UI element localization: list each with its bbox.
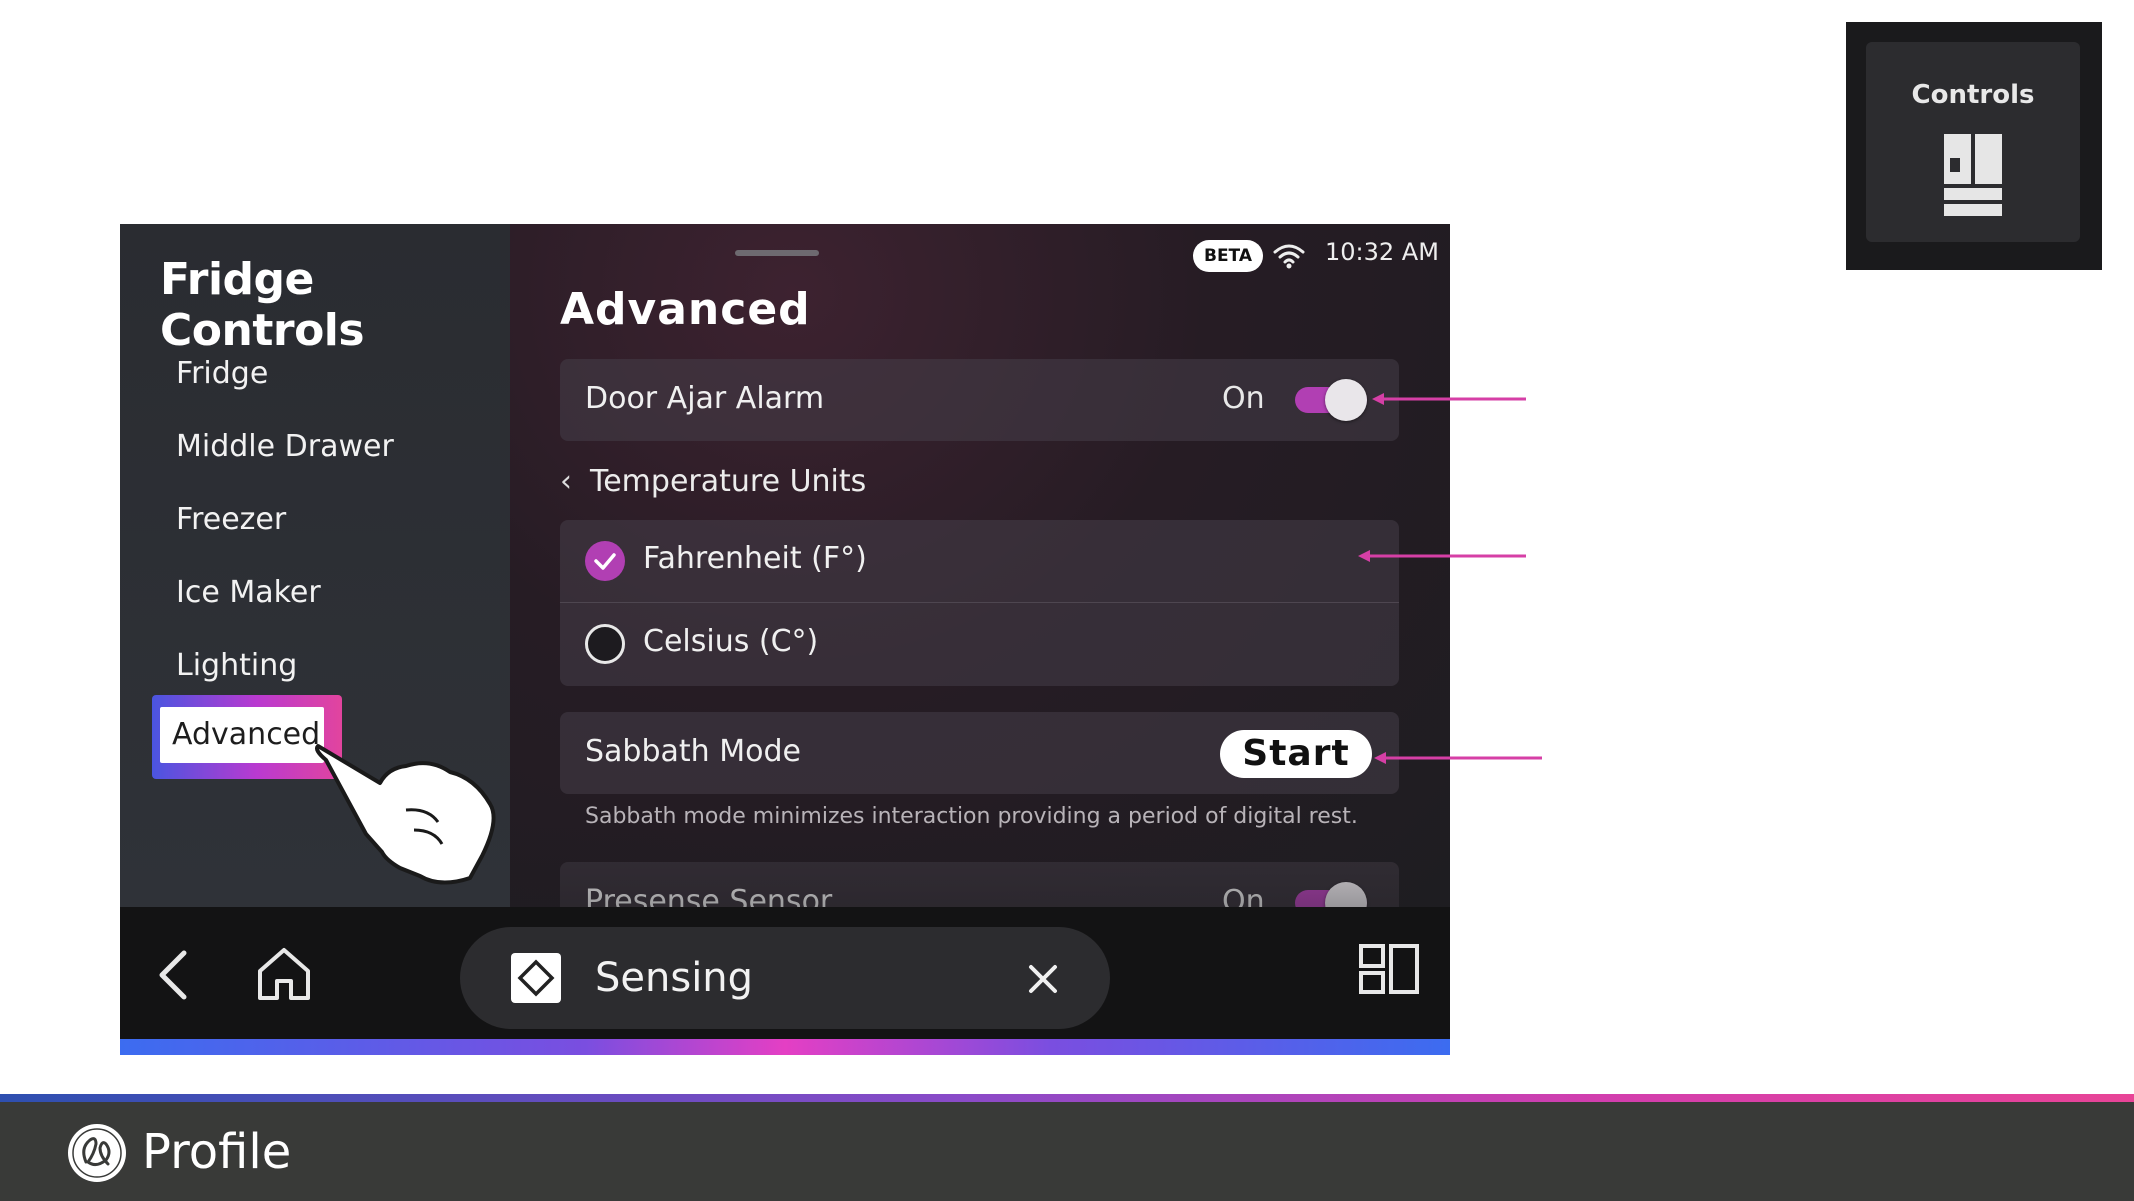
screen-accent-bar <box>120 1039 1450 1055</box>
door-ajar-value: On <box>1222 381 1265 416</box>
celsius-label: Celsius (C°) <box>643 624 819 659</box>
door-ajar-toggle[interactable] <box>1295 379 1367 421</box>
back-icon[interactable] <box>154 947 194 1003</box>
controls-title: Controls <box>1911 80 2035 110</box>
sidebar-item-middle-drawer[interactable]: Middle Drawer <box>176 429 394 464</box>
sidebar-item-label: Advanced <box>160 707 324 763</box>
temperature-units-label: Temperature Units <box>590 464 867 499</box>
door-ajar-label: Door Ajar Alarm <box>585 381 825 416</box>
fahrenheit-label: Fahrenheit (F°) <box>643 541 867 576</box>
chevron-left-icon[interactable]: ‹ <box>560 464 572 499</box>
toggle-knob <box>1325 379 1367 421</box>
main-panel: BETA 10:32 AM Advanced Door Ajar Alarm O… <box>510 224 1450 944</box>
ge-logo <box>68 1124 126 1182</box>
sensing-notification[interactable]: Sensing <box>460 927 1110 1029</box>
controls-tile[interactable]: Controls <box>1866 42 2080 242</box>
option-fahrenheit[interactable]: Fahrenheit (F°) <box>560 520 1399 602</box>
sidebar-item-freezer[interactable]: Freezer <box>176 502 286 537</box>
sidebar-title: Fridge Controls <box>160 254 365 356</box>
annotation-arrow-door-ajar <box>1372 393 1526 405</box>
fridge-icon <box>1944 134 2002 216</box>
clock: 10:32 AM <box>1325 238 1439 266</box>
footer-gradient-line <box>0 1094 2134 1102</box>
check-icon <box>585 541 625 581</box>
bottom-navigation-bar: Sensing <box>120 907 1450 1039</box>
sabbath-start-button[interactable]: Start <box>1220 730 1372 778</box>
sensing-icon <box>511 953 561 1003</box>
wifi-icon <box>1273 244 1305 269</box>
sidebar-item-fridge[interactable]: Fridge <box>176 356 268 391</box>
sidebar-item-ice-maker[interactable]: Ice Maker <box>176 575 321 610</box>
sabbath-mode-label: Sabbath Mode <box>585 734 801 769</box>
annotation-arrow-temperature <box>1358 550 1526 562</box>
annotation-arrow-sabbath <box>1374 752 1542 764</box>
sabbath-mode-row: Sabbath Mode Start <box>560 712 1399 794</box>
controls-thumbnail: Controls <box>1846 22 2102 270</box>
temperature-units-card: Fahrenheit (F°) Celsius (C°) <box>560 520 1399 686</box>
footer: Profile <box>0 1102 2134 1201</box>
door-ajar-row: Door Ajar Alarm On <box>560 359 1399 441</box>
brand-name: Profile <box>142 1124 292 1180</box>
page-title: Advanced <box>560 284 811 335</box>
home-icon[interactable] <box>255 945 313 1003</box>
option-celsius[interactable]: Celsius (C°) <box>560 603 1399 686</box>
multitask-icon[interactable] <box>1358 943 1420 995</box>
fridge-display: Fridge Controls Fridge Middle Drawer Fre… <box>120 224 1450 1055</box>
close-icon[interactable] <box>1025 961 1061 997</box>
radio-icon <box>585 624 625 664</box>
hand-pointer-icon <box>315 744 496 885</box>
beta-badge: BETA <box>1193 240 1263 272</box>
drag-handle[interactable] <box>735 250 819 256</box>
sensing-label: Sensing <box>595 955 754 1001</box>
sabbath-caption: Sabbath mode minimizes interaction provi… <box>585 804 1358 829</box>
sidebar-item-lighting[interactable]: Lighting <box>176 648 297 683</box>
